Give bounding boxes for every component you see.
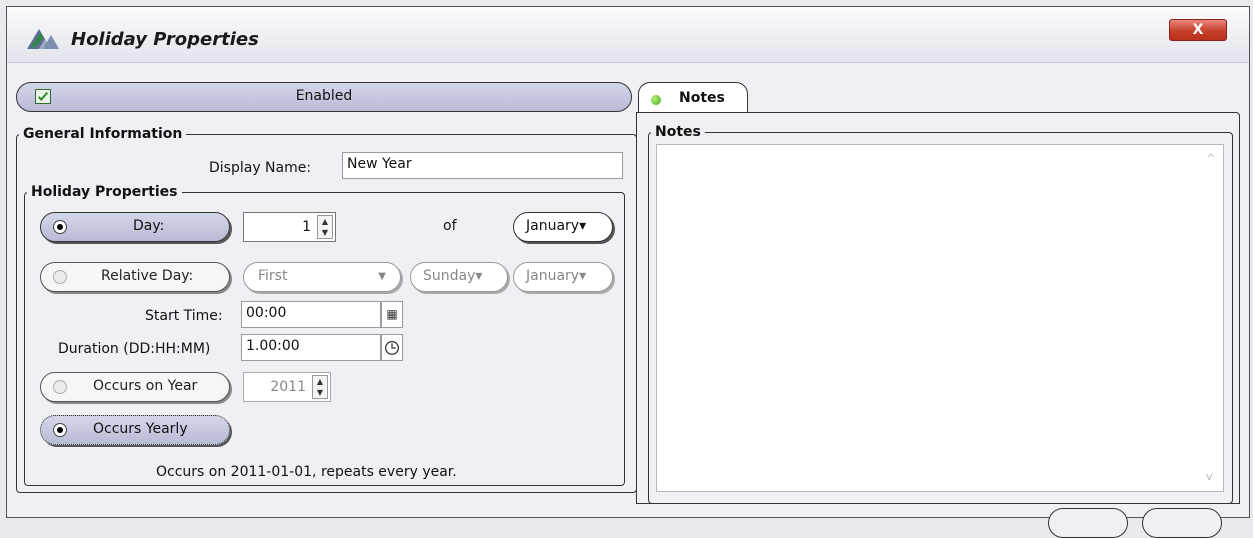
- title-bar: Holiday Properties X: [7, 7, 1249, 63]
- start-time-label: Start Time:: [145, 308, 223, 324]
- year-stepper-buttons[interactable]: ▲▼: [312, 375, 328, 399]
- status-dot-icon: [651, 95, 661, 105]
- notes-legend: Notes: [651, 124, 705, 140]
- occurs-on-year-radio-option[interactable]: Occurs on Year: [40, 372, 230, 402]
- day-radio-icon[interactable]: [53, 220, 67, 234]
- display-name-input[interactable]: New Year: [342, 152, 623, 179]
- relative-weekday-value: Sunday: [423, 268, 475, 284]
- duration-label: Duration (DD:HH:MM): [58, 341, 210, 357]
- of-label: of: [443, 218, 457, 234]
- relative-day-radio-icon[interactable]: [53, 270, 67, 284]
- relative-ordinal-value: First: [258, 268, 287, 284]
- scroll-up-icon[interactable]: ^: [1206, 152, 1245, 165]
- chevron-down-icon: ▾: [579, 218, 586, 234]
- day-value: 1: [302, 219, 311, 235]
- recurrence-summary: Occurs on 2011-01-01, repeats every year…: [156, 464, 457, 480]
- relative-day-label: Relative Day:: [101, 268, 193, 284]
- holiday-properties-legend: Holiday Properties: [27, 184, 182, 200]
- chevron-down-icon: ▾: [475, 268, 482, 284]
- cancel-button[interactable]: [1142, 508, 1222, 538]
- duration-input[interactable]: 1.00:00: [241, 334, 381, 361]
- relative-day-radio-option[interactable]: Relative Day:: [40, 262, 230, 292]
- tab-notes-label: Notes: [679, 90, 725, 106]
- notes-textarea[interactable]: [656, 144, 1224, 492]
- day-stepper[interactable]: 1 ▲▼: [243, 212, 336, 242]
- close-button[interactable]: X: [1169, 19, 1227, 41]
- day-radio-option[interactable]: Day:: [40, 212, 230, 242]
- display-name-label: Display Name:: [209, 160, 311, 176]
- occurs-on-year-radio-icon[interactable]: [53, 380, 67, 394]
- relative-weekday-dropdown[interactable]: Sunday▾: [410, 262, 508, 292]
- ok-button[interactable]: [1048, 508, 1128, 538]
- enabled-toggle[interactable]: Enabled: [16, 82, 632, 112]
- occurs-yearly-label: Occurs Yearly: [93, 421, 188, 437]
- month-dropdown[interactable]: January▾: [513, 212, 613, 242]
- start-time-input[interactable]: 00:00: [241, 301, 381, 328]
- day-stepper-buttons[interactable]: ▲▼: [317, 215, 333, 239]
- enabled-label: Enabled: [17, 88, 631, 104]
- app-logo-icon: [25, 25, 61, 51]
- relative-ordinal-dropdown[interactable]: First ▼: [243, 262, 401, 292]
- occurs-yearly-radio-option[interactable]: Occurs Yearly: [40, 415, 230, 445]
- clock-icon[interactable]: [381, 334, 403, 361]
- window-title: Holiday Properties: [71, 29, 259, 50]
- calendar-icon[interactable]: ▦: [381, 301, 403, 328]
- year-stepper[interactable]: 2011 ▲▼: [243, 372, 331, 402]
- tab-notes[interactable]: Notes: [638, 82, 748, 114]
- month-value: January: [526, 218, 579, 234]
- year-value: 2011: [270, 379, 306, 395]
- occurs-yearly-radio-icon[interactable]: [53, 423, 67, 437]
- scroll-down-icon[interactable]: v: [1206, 470, 1245, 510]
- relative-month-dropdown[interactable]: January▾: [513, 262, 613, 292]
- chevron-down-icon: ▾: [579, 268, 586, 284]
- general-information-legend: General Information: [19, 126, 186, 142]
- occurs-on-year-label: Occurs on Year: [93, 378, 197, 394]
- relative-month-value: January: [526, 268, 579, 284]
- chevron-down-icon: ▼: [378, 271, 386, 282]
- day-label: Day:: [133, 218, 164, 234]
